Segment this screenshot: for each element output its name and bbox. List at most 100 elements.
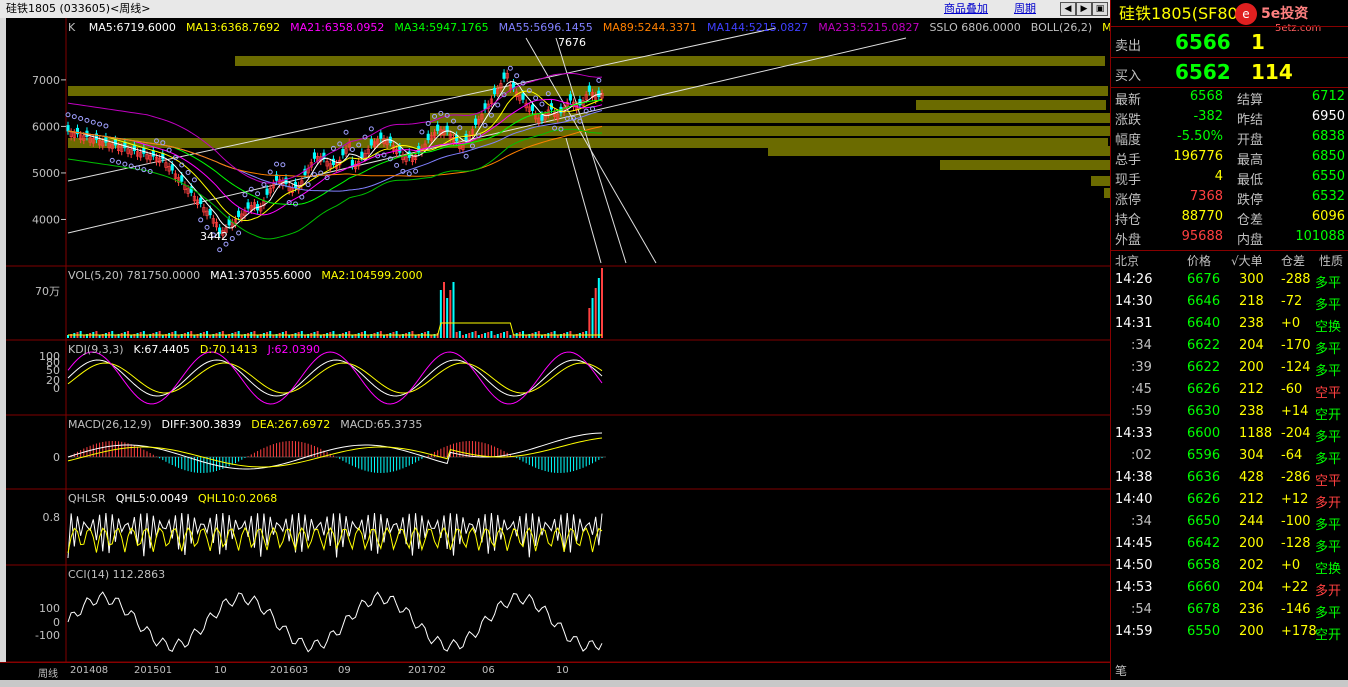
sar-dot — [406, 171, 412, 177]
indicator-value: BOLL(26,2) — [1030, 21, 1093, 34]
period-link[interactable]: 周期 — [1014, 0, 1036, 18]
tick-vol: 1188 — [1239, 426, 1273, 441]
next-icon[interactable]: ▶ — [1076, 2, 1092, 16]
stat-row: 涨跌 -382 昨结 6950 — [1111, 109, 1348, 129]
qhl5-line — [67, 512, 603, 559]
tick-row[interactable]: :34 6622 204 -170 多平 — [1111, 335, 1348, 357]
tick-row[interactable]: 14:45 6642 200 -128 多平 — [1111, 533, 1348, 555]
kdj-k-line — [67, 359, 603, 397]
tick-diff: -146 — [1281, 602, 1311, 617]
tick-time: :39 — [1131, 360, 1152, 375]
stat-l1: 现手 — [1115, 173, 1142, 188]
candle-body — [341, 148, 345, 156]
y-tick-label: 0 — [53, 382, 60, 395]
stat-v2: 6550 — [1311, 169, 1345, 184]
ticks-header-nature: 性质 — [1319, 254, 1344, 268]
tick-diff: -128 — [1281, 536, 1311, 551]
sar-dot — [419, 129, 425, 135]
tick-vol: 218 — [1239, 294, 1264, 309]
y-tick-label: 70万 — [35, 285, 60, 298]
tick-row[interactable]: :59 6630 238 +14 空开 — [1111, 401, 1348, 423]
sar-dot — [507, 65, 513, 71]
volume-bar — [591, 298, 594, 338]
stat-v1: 196776 — [1173, 149, 1223, 164]
ticks-header-diff: 仓差 — [1281, 254, 1306, 268]
tick-vol: 238 — [1239, 316, 1264, 331]
tick-price: 6600 — [1187, 426, 1221, 441]
tick-price: 6676 — [1187, 272, 1221, 287]
volume-bar — [484, 333, 487, 338]
candle-body — [208, 208, 212, 216]
sar-dot — [539, 101, 545, 107]
x-tick: 10 — [214, 665, 227, 676]
sar-dot — [305, 182, 311, 188]
sar-dot — [71, 114, 77, 120]
tick-row[interactable]: :39 6622 200 -124 多平 — [1111, 357, 1348, 379]
prev-icon[interactable]: ◀ — [1060, 2, 1076, 16]
stat-l1: 涨停 — [1115, 193, 1142, 208]
candle-body — [170, 164, 174, 171]
x-tick: 201702 — [408, 665, 447, 676]
tick-vol: 244 — [1239, 514, 1264, 529]
sar-dot — [116, 159, 122, 165]
tick-diff: -288 — [1281, 272, 1311, 287]
tick-time: :59 — [1131, 404, 1152, 419]
tick-diff: -204 — [1281, 426, 1311, 441]
tick-row[interactable]: 14:50 6658 202 +0 空换 — [1111, 555, 1348, 577]
tick-row[interactable]: :34 6650 244 -100 多平 — [1111, 511, 1348, 533]
candle-body — [426, 133, 430, 141]
chart-canvas[interactable]: 70006000500040007676344270万100805020000.… — [6, 18, 1110, 662]
kdj-panel-header: KDJ(9,3,3) K:67.4405 D:70.1413 J:62.0390 — [68, 343, 330, 356]
chart-area[interactable]: 7000 6000 5000 4000 7676 3442 70万 100 80 50 20 0 0 0.… — [6, 18, 1155, 662]
tick-nature: 空换 — [1315, 320, 1342, 335]
x-tick: 10 — [556, 665, 569, 676]
tick-nature: 多开 — [1315, 584, 1342, 599]
tick-row[interactable]: 14:30 6646 218 -72 多平 — [1111, 291, 1348, 313]
stat-l2: 最低 — [1237, 173, 1264, 188]
tick-row[interactable]: 14:59 6550 200 +178 空开 — [1111, 621, 1348, 643]
tick-row[interactable]: 14:40 6626 212 +12 多开 — [1111, 489, 1348, 511]
indicator-value: MA1:370355.6000 — [210, 269, 312, 282]
buy-row: 买入 6562 114 — [1111, 57, 1348, 88]
volume-bar — [474, 331, 477, 338]
tick-price: 6626 — [1187, 382, 1221, 397]
stat-l2: 结算 — [1237, 93, 1264, 108]
tick-row[interactable]: 14:26 6676 300 -288 多平 — [1111, 269, 1348, 291]
tick-row[interactable]: 14:53 6660 204 +22 多开 — [1111, 577, 1348, 599]
x-tick: 09 — [338, 665, 351, 676]
volume-bar — [443, 282, 446, 338]
tick-row[interactable]: :54 6678 236 -146 多平 — [1111, 599, 1348, 621]
tick-price: 6626 — [1187, 492, 1221, 507]
overlay-commodity-link[interactable]: 商品叠加 — [944, 0, 988, 18]
tick-price: 6550 — [1187, 624, 1221, 639]
tick-row[interactable]: 14:33 6600 1188 -204 多平 — [1111, 423, 1348, 445]
tick-nature: 空开 — [1315, 408, 1342, 423]
tick-vol: 238 — [1239, 404, 1264, 419]
ticks-header-vol[interactable]: √大单 — [1231, 252, 1263, 269]
volume-bar — [477, 335, 480, 338]
tick-time: 14:40 — [1115, 492, 1153, 507]
tick-time: 14:30 — [1115, 294, 1153, 309]
y-tick-label: 7000 — [32, 74, 60, 87]
sar-dot — [368, 126, 374, 132]
tick-row[interactable]: 14:31 6640 238 +0 空换 — [1111, 313, 1348, 335]
logo-icon: e — [1235, 3, 1257, 25]
macd-dea-line — [67, 437, 603, 468]
trend-line — [565, 137, 602, 264]
candle-body — [161, 153, 165, 160]
restore-icon[interactable]: ▣ — [1092, 2, 1108, 16]
volume-bar — [503, 332, 506, 338]
volume-bar — [496, 334, 499, 338]
sar-dot — [514, 73, 520, 79]
tick-price: 6642 — [1187, 536, 1221, 551]
volume-profile-bar — [916, 100, 1106, 110]
tick-vol: 300 — [1239, 272, 1264, 287]
candle-body — [502, 72, 506, 79]
volume-bar — [493, 335, 496, 338]
tick-row[interactable]: :45 6626 212 -60 空平 — [1111, 379, 1348, 401]
pen-label: 笔 — [1115, 664, 1128, 678]
stat-row: 外盘 95688 内盘 101088 — [1111, 229, 1348, 249]
stat-v2: 101088 — [1295, 229, 1345, 244]
tick-row[interactable]: 14:38 6636 428 -286 空平 — [1111, 467, 1348, 489]
tick-row[interactable]: :02 6596 304 -64 多平 — [1111, 445, 1348, 467]
